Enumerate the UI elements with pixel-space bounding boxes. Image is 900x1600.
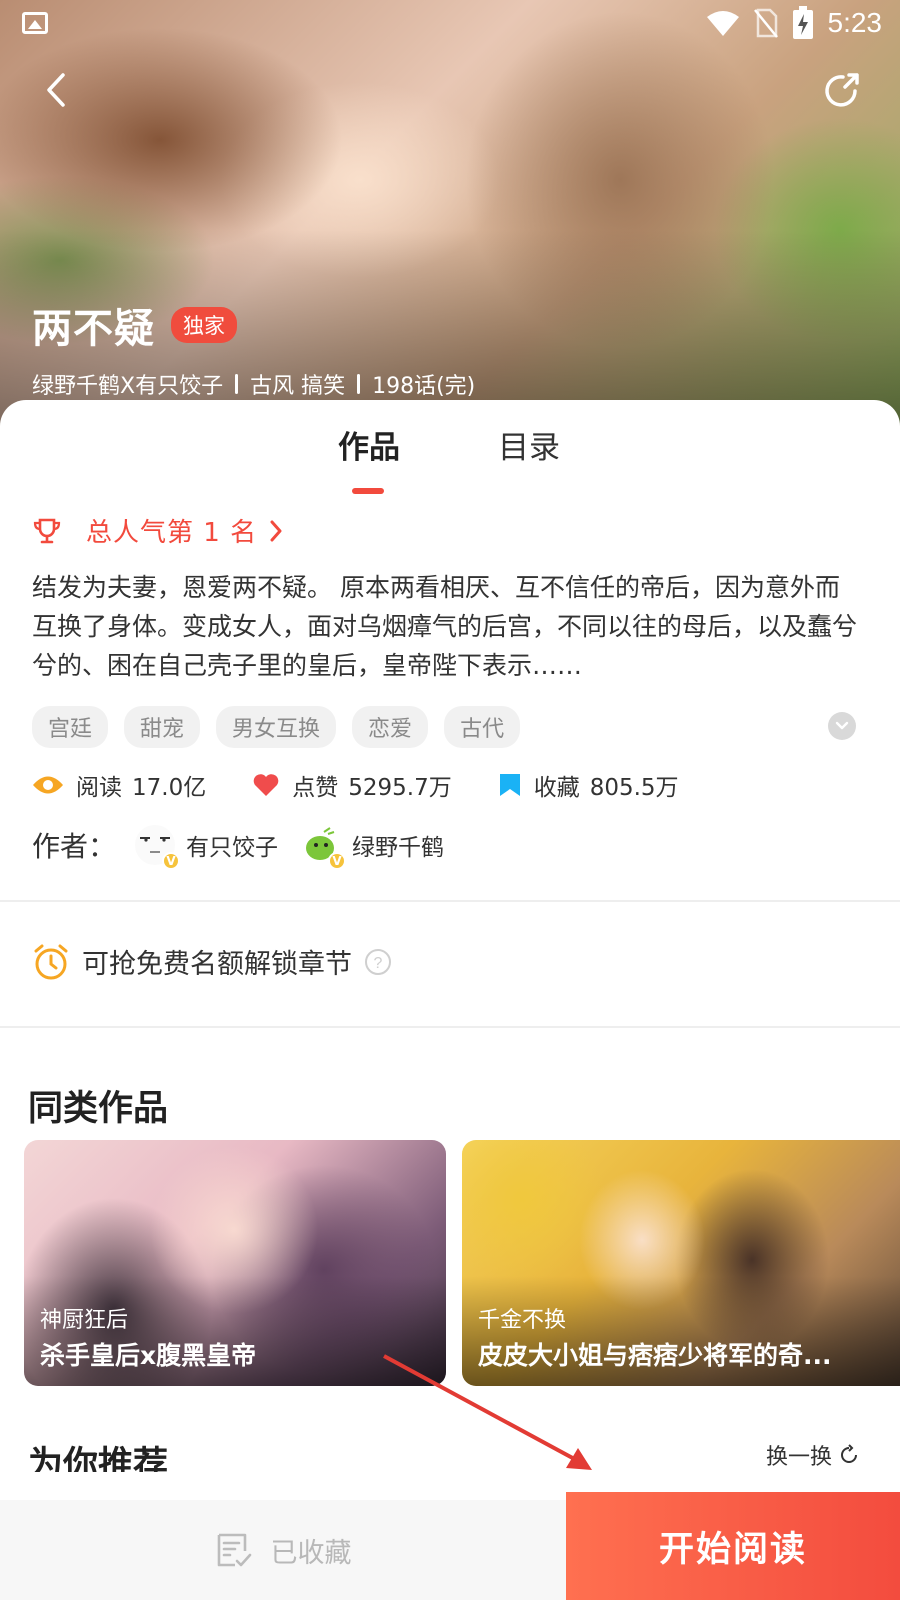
episode-count: 198话(完): [372, 374, 476, 399]
tag-item[interactable]: 甜宠: [124, 706, 201, 748]
image-notification-icon: [22, 12, 48, 34]
collect-stat: 收藏 805.5万: [498, 768, 679, 802]
eye-icon: [33, 776, 63, 794]
tag-list: 宫廷 甜宠 男女互换 恋爱 古代: [32, 706, 521, 748]
similar-card[interactable]: 千金不换 皮皮大小姐与痞痞少将军的奇...: [462, 1140, 900, 1386]
exclusive-badge: 独家: [171, 307, 237, 343]
comic-description: 结发为夫妻，恩爱两不疑。 原本两看相厌、互不信任的帝后，因为意外而互换了身体。变…: [32, 573, 858, 680]
detail-sheet: 作品 目录 总人气第 1 名 结发为夫妻，恩爱两不疑。 原本两看相厌、互不信任的…: [0, 400, 900, 1600]
tag-item[interactable]: 古代: [444, 706, 521, 748]
collect-label: 收藏: [533, 775, 580, 801]
similar-section-title: 同类作品: [28, 1089, 169, 1129]
similar-card[interactable]: 神厨狂后 杀手皇后x腹黑皇帝: [24, 1140, 446, 1386]
start-reading-button[interactable]: 开始阅读: [566, 1492, 900, 1600]
comic-info: 两不疑 独家 绿野千鹤X有只饺子 古风 搞笑 198话(完): [32, 296, 475, 400]
free-unlock-row[interactable]: 可抢免费名额解锁章节 ?: [32, 942, 392, 981]
refresh-button[interactable]: 换一换: [766, 1442, 860, 1468]
svg-text:?: ?: [374, 955, 383, 972]
divider: [0, 900, 900, 902]
card-title: 皮皮大小姐与痞痞少将军的奇...: [478, 1341, 832, 1370]
alarm-clock-icon: [34, 944, 68, 979]
card-subtitle: 千金不换: [478, 1308, 567, 1333]
status-bar: 5:23: [0, 0, 900, 50]
refresh-icon: [841, 1444, 857, 1463]
author-item[interactable]: V 有只饺子: [134, 824, 279, 870]
like-stat: 点赞 5295.7万: [252, 768, 452, 802]
like-label: 点赞: [292, 775, 339, 801]
heart-icon: [253, 774, 279, 796]
trophy-icon: [33, 518, 61, 543]
author-item[interactable]: V 绿野千鹤: [300, 824, 445, 870]
back-button[interactable]: [32, 66, 80, 114]
avatar: V: [300, 824, 347, 870]
share-icon: [825, 73, 859, 107]
comic-title: 两不疑: [32, 306, 155, 352]
author-name: 有只饺子: [186, 835, 279, 861]
divider: [0, 1026, 900, 1028]
card-title: 杀手皇后x腹黑皇帝: [40, 1341, 257, 1370]
verified-badge: V: [162, 852, 181, 870]
no-sim-icon: [753, 8, 778, 38]
collected-button[interactable]: 已收藏: [0, 1500, 566, 1600]
cover-banner: 5:23 两不疑 独家 绿野千鹤X有只饺子 古风 搞笑 198话(完): [0, 0, 900, 430]
battery-charging-icon: [792, 6, 813, 39]
tag-item[interactable]: 宫廷: [32, 706, 109, 748]
like-count: 5295.7万: [348, 775, 452, 801]
meta-separator: [235, 374, 239, 394]
bottom-action-bar: 已收藏 开始阅读: [0, 1492, 900, 1600]
rank-link[interactable]: 总人气第 1 名: [32, 512, 283, 549]
tag-item[interactable]: 男女互换: [216, 706, 337, 748]
authors-row: 作者： V 有只饺子 V 绿野千鹤: [32, 824, 466, 870]
stats-row: 阅读 17.0亿 点赞 5295.7万 收藏 805.5万: [32, 768, 725, 802]
rank-text: 总人气第 1 名: [86, 518, 258, 548]
card-subtitle: 神厨狂后: [40, 1308, 129, 1333]
bookmark-icon: [499, 774, 520, 796]
meta-separator: [357, 374, 361, 394]
help-icon[interactable]: ?: [364, 948, 392, 976]
tab-works[interactable]: 作品: [338, 422, 400, 467]
chevron-right-icon: [270, 520, 282, 541]
status-time: 5:23: [827, 7, 883, 38]
tab-bar: 作品 目录: [0, 422, 900, 494]
authors-line: 绿野千鹤X有只饺子: [32, 374, 224, 399]
authors-label: 作者：: [32, 830, 117, 863]
collected-list-icon: [217, 1533, 251, 1567]
wifi-icon: [706, 11, 739, 36]
chevron-left-icon: [47, 73, 65, 107]
genres: 古风 搞笑: [250, 374, 346, 399]
recommend-section-title: 为你推荐: [28, 1445, 169, 1472]
verified-badge: V: [328, 852, 347, 870]
tab-indicator: [352, 488, 384, 494]
read-count: 17.0亿: [132, 775, 207, 801]
tag-item[interactable]: 恋爱: [352, 706, 429, 748]
collect-count: 805.5万: [589, 775, 679, 801]
read-stat: 阅读 17.0亿: [32, 768, 206, 802]
refresh-label: 换一换: [765, 1445, 832, 1468]
free-unlock-text: 可抢免费名额解锁章节: [82, 949, 352, 980]
chevron-down-icon: [835, 721, 849, 730]
author-name: 绿野千鹤: [352, 835, 445, 861]
share-button[interactable]: [818, 66, 866, 114]
avatar: V: [134, 824, 181, 870]
collected-label: 已收藏: [270, 1537, 352, 1569]
tab-catalog[interactable]: 目录: [498, 422, 560, 467]
read-label: 阅读: [76, 775, 122, 801]
expand-button[interactable]: [828, 712, 856, 740]
